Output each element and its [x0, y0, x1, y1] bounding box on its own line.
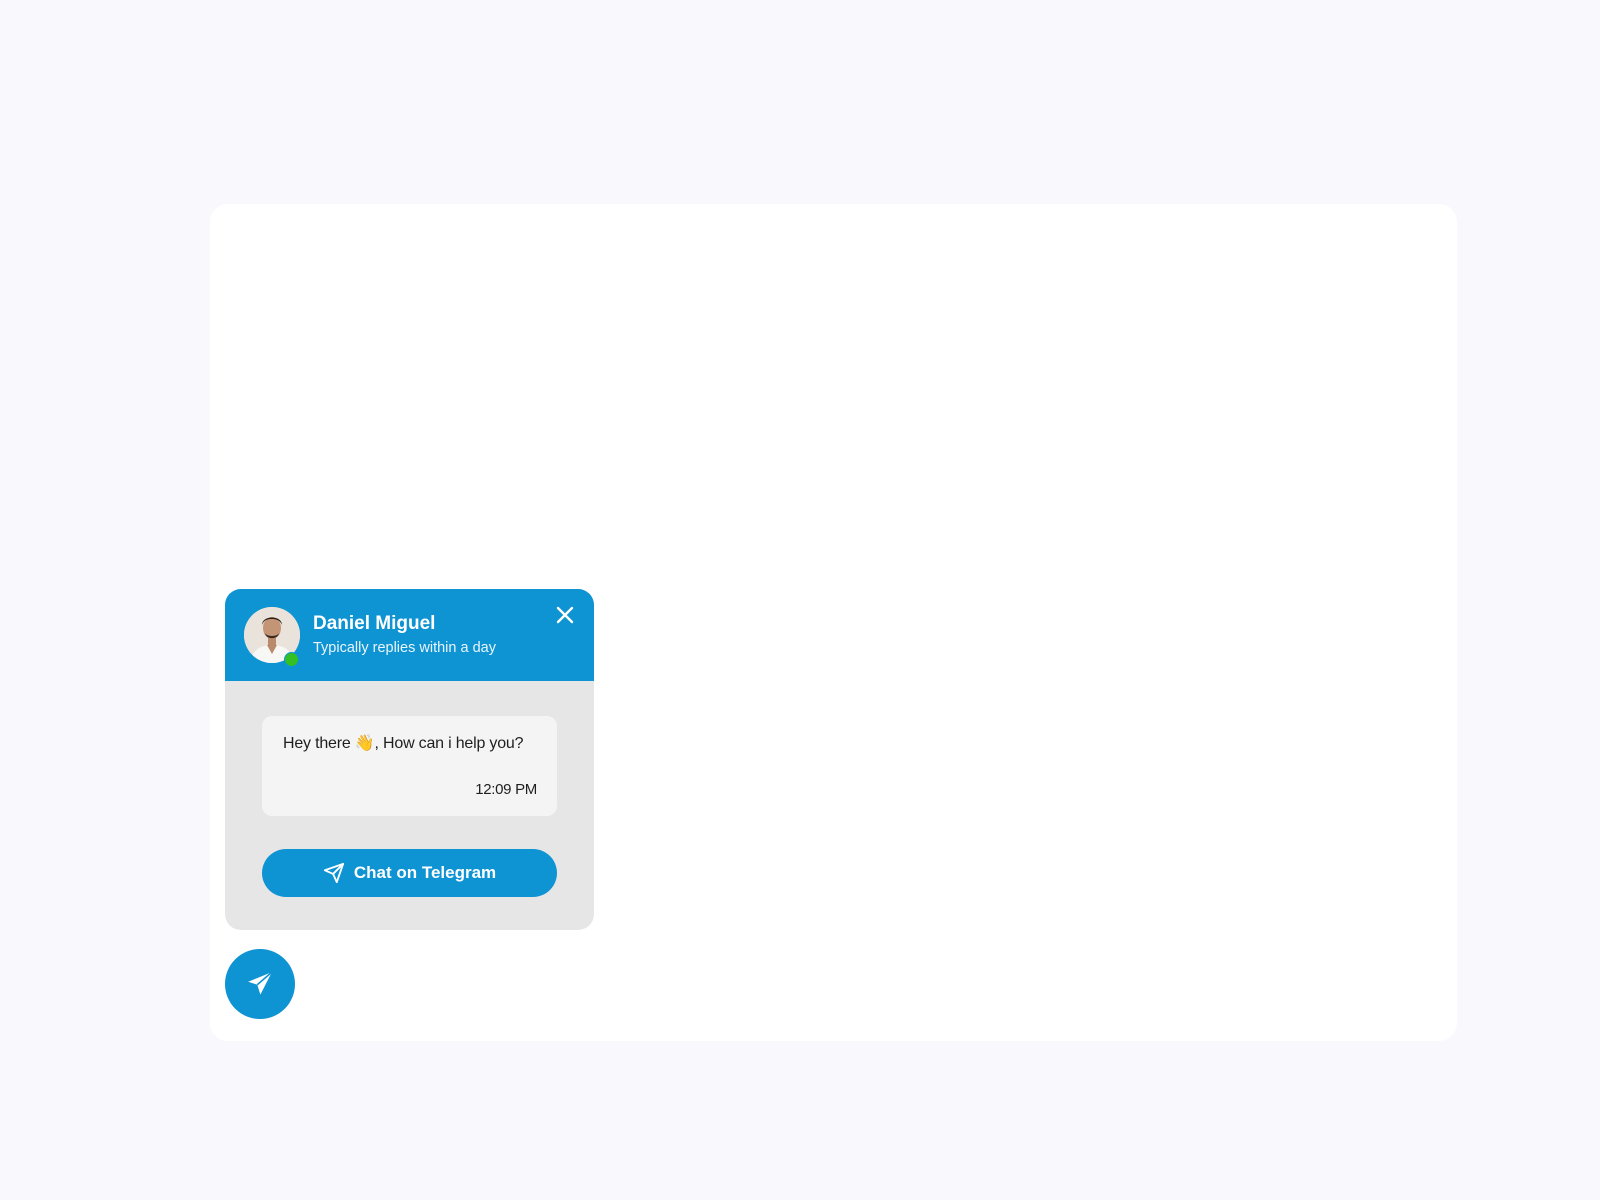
chat-widget: Daniel Miguel Typically replies within a…: [225, 589, 594, 930]
agent-status: Typically replies within a day: [313, 640, 496, 656]
message-text: Hey there 👋, How can i help you?: [283, 735, 524, 752]
message-time: 12:09 PM: [475, 781, 537, 798]
online-status-dot: [284, 652, 299, 667]
chat-header: Daniel Miguel Typically replies within a…: [225, 589, 594, 681]
close-icon: [556, 606, 574, 624]
agent-name: Daniel Miguel: [313, 613, 436, 634]
paper-plane-icon: [323, 862, 344, 884]
chat-on-telegram-button[interactable]: Chat on Telegram: [262, 849, 557, 897]
message-bubble: Hey there 👋, How can i help you? 12:09 P…: [262, 716, 557, 816]
chat-on-telegram-label: Chat on Telegram: [353, 863, 497, 882]
paper-plane-icon: [248, 971, 273, 995]
telegram-launcher-button[interactable]: [225, 949, 295, 1019]
close-button[interactable]: [553, 603, 577, 627]
